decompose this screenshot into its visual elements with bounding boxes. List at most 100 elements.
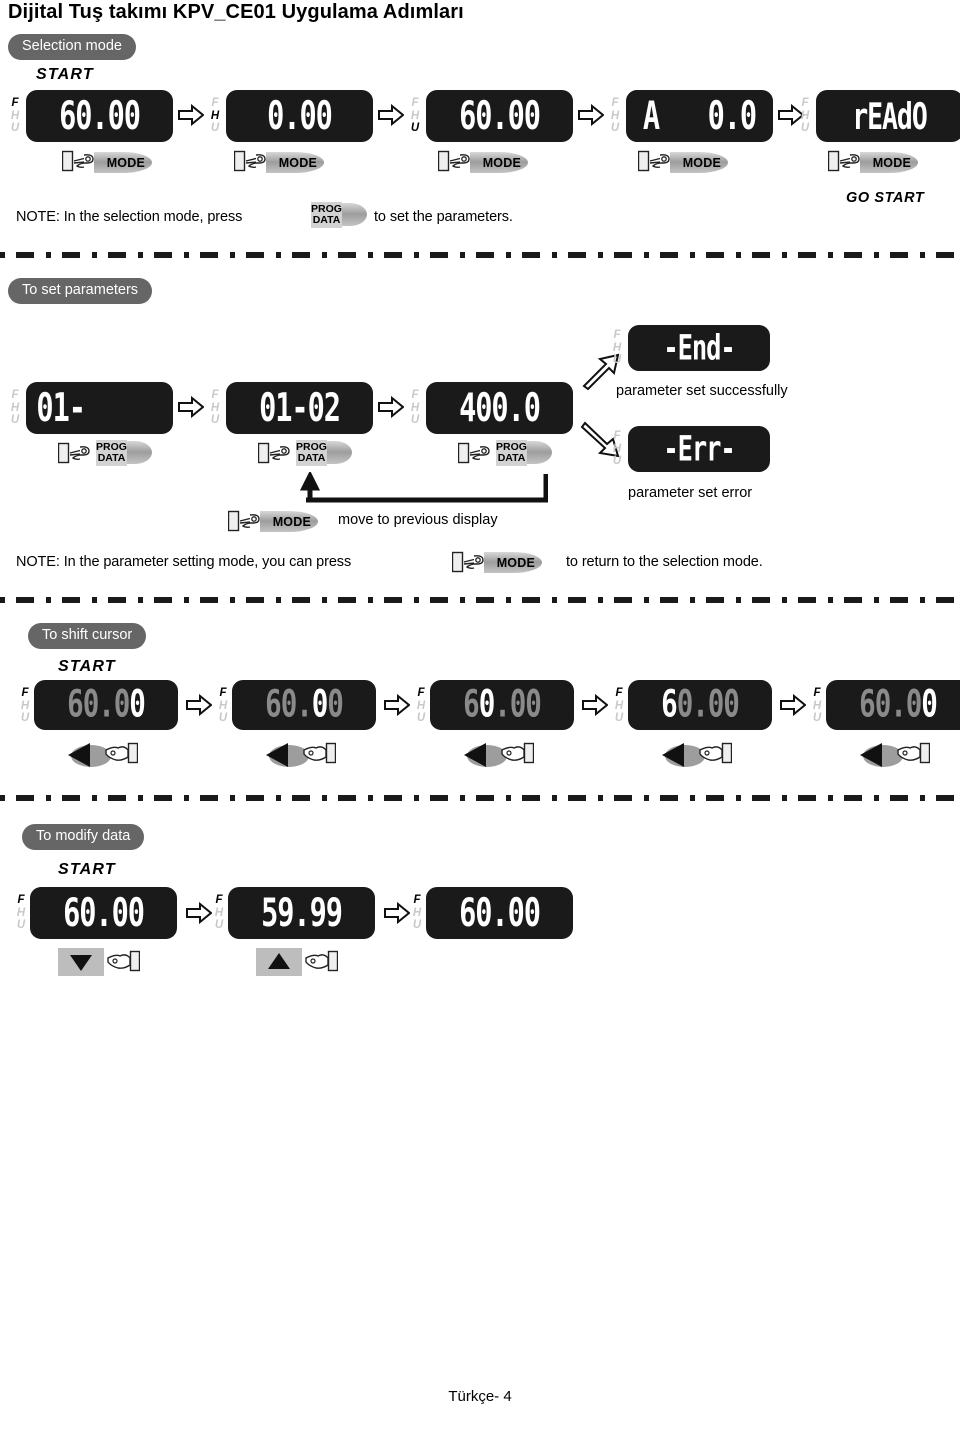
cursor-display-unit-2: F H U 60.00 — [216, 680, 376, 732]
prog-data-button-note-1[interactable]: PROG DATA — [311, 202, 367, 228]
outcome-display-end: F H U -End- — [610, 323, 770, 373]
indicator-h: H — [612, 442, 622, 455]
cursor-display-unit-5: F H U 60.00 — [810, 680, 960, 732]
param-display-unit-3: F H U 400.0 — [408, 380, 573, 436]
indicator-u: U — [612, 455, 622, 468]
flow-arrow-icon — [178, 395, 205, 419]
indicator-f: F — [613, 430, 621, 443]
prog-data-button-p2[interactable]: PROG DATA — [296, 440, 352, 466]
indicator-h: H — [412, 906, 422, 919]
lcd-value-1: 60.00 — [59, 93, 141, 139]
indicator-h: H — [410, 109, 420, 122]
note-parameter-suffix: to return to the selection mode. — [566, 554, 763, 570]
fhu-indicator-m3: F H U — [410, 885, 424, 941]
increment-button[interactable] — [256, 948, 302, 976]
mode-button-return[interactable]: MODE — [260, 511, 318, 532]
mode-button-1[interactable]: MODE — [94, 152, 152, 173]
indicator-u: U — [614, 712, 624, 725]
lcd-screen-err: -Err- — [628, 426, 770, 472]
indicator-u: U — [10, 414, 20, 427]
lcd-value-m1: 60.00 — [63, 890, 145, 936]
prog-data-button-p1[interactable]: PROG DATA — [96, 440, 152, 466]
pointing-hand-icon — [827, 150, 862, 172]
indicator-h: H — [214, 906, 224, 919]
lcd-screen-5: rEAdO — [816, 90, 960, 142]
display-unit-2: F H U 0.00 — [208, 88, 373, 144]
pointing-hand-icon — [227, 510, 262, 532]
indicator-u: U — [610, 122, 620, 135]
pointing-hand-icon — [451, 551, 486, 573]
indicator-f: F — [411, 389, 419, 402]
indicator-f: F — [11, 97, 19, 110]
note-selection-prefix: NOTE: In the selection mode, press — [16, 209, 243, 225]
lcd-screen-m1: 60.00 — [30, 887, 177, 939]
cursor-display-unit-4: F H U 60.00 — [612, 680, 772, 732]
flow-arrow-icon — [378, 103, 405, 127]
fhu-indicator-p2: F H U — [208, 380, 222, 436]
lcd-screen-p1: 01- — [26, 382, 173, 434]
param-display-unit-2: F H U 01-02 — [208, 380, 373, 436]
note-parameter-prefix: NOTE: In the parameter setting mode, you… — [16, 554, 352, 570]
indicator-u: U — [812, 712, 822, 725]
start-label-selection: START — [36, 66, 94, 83]
indicator-u: U — [210, 122, 220, 135]
mode-button-2[interactable]: MODE — [266, 152, 324, 173]
modify-display-unit-3: F H U 60.00 — [410, 885, 575, 941]
indicator-h: H — [614, 699, 624, 712]
pointing-hand-icon — [637, 150, 672, 172]
cursor-display-unit-3: F H U 60.00 — [414, 680, 574, 732]
mode-button-note-2[interactable]: MODE — [484, 552, 542, 573]
indicator-h: H — [20, 699, 30, 712]
indicator-f: F — [21, 687, 29, 700]
section-divider-3 — [0, 795, 960, 801]
indicator-f: F — [11, 389, 19, 402]
pointing-hand-icon — [61, 150, 96, 172]
mode-button-5[interactable]: MODE — [860, 152, 918, 173]
indicator-f: F — [611, 97, 619, 110]
indicator-h: H — [16, 906, 26, 919]
data-label: DATA — [297, 452, 326, 464]
indicator-u: U — [218, 712, 228, 725]
go-start-label: GO START — [846, 190, 925, 206]
lcd-value-err: -Err- — [663, 428, 735, 470]
indicator-f: F — [801, 97, 809, 110]
display-unit-3: F H U 60.00 — [408, 88, 573, 144]
indicator-h: H — [612, 341, 622, 354]
lcd-value-p2: 01-02 — [259, 385, 341, 431]
indicator-h: H — [10, 401, 20, 414]
data-label: DATA — [97, 452, 126, 464]
mode-button-4[interactable]: MODE — [670, 152, 728, 173]
indicator-u: U — [210, 414, 220, 427]
page-title: Dijital Tuş takımı KPV_CE01 Uygulama Adı… — [8, 1, 464, 23]
indicator-h: H — [218, 699, 228, 712]
indicator-f: F — [17, 894, 25, 907]
fhu-indicator-c5: F H U — [810, 680, 824, 732]
prog-data-button-p3[interactable]: PROG DATA — [496, 440, 552, 466]
lcd-screen-c4: 60.00 — [628, 680, 772, 730]
flow-arrow-icon — [186, 901, 213, 925]
lcd-screen-2: 0.00 — [226, 90, 373, 142]
lcd-screen-c3: 60.00 — [430, 680, 574, 730]
indicator-h: H — [210, 109, 220, 122]
decrement-button[interactable] — [58, 948, 104, 976]
fhu-indicator-2: F H U — [208, 88, 222, 144]
indicator-h: H — [416, 699, 426, 712]
indicator-f: F — [413, 894, 421, 907]
indicator-f: F — [219, 687, 227, 700]
pointing-hand-icon — [304, 950, 339, 972]
section-pill-to-set-parameters: To set parameters — [8, 278, 153, 304]
indicator-f: F — [411, 97, 419, 110]
lcd-value-c5: 60.00 — [859, 683, 938, 727]
indicator-u: U — [16, 919, 26, 932]
lcd-screen-p3: 400.0 — [426, 382, 573, 434]
modify-display-unit-1: F H U 60.00 — [14, 885, 179, 941]
flow-arrow-icon — [384, 901, 411, 925]
indicator-h: H — [410, 401, 420, 414]
lcd-value-end: -End- — [663, 327, 735, 369]
page-footer: Türkçe- 4 — [448, 1388, 512, 1405]
pointing-hand-icon — [106, 950, 141, 972]
prog-data-button-face: PROG DATA — [496, 440, 527, 466]
fhu-indicator-5: F H U — [798, 88, 812, 144]
lcd-screen-4: A 0.0 — [626, 90, 773, 142]
mode-button-3[interactable]: MODE — [470, 152, 528, 173]
